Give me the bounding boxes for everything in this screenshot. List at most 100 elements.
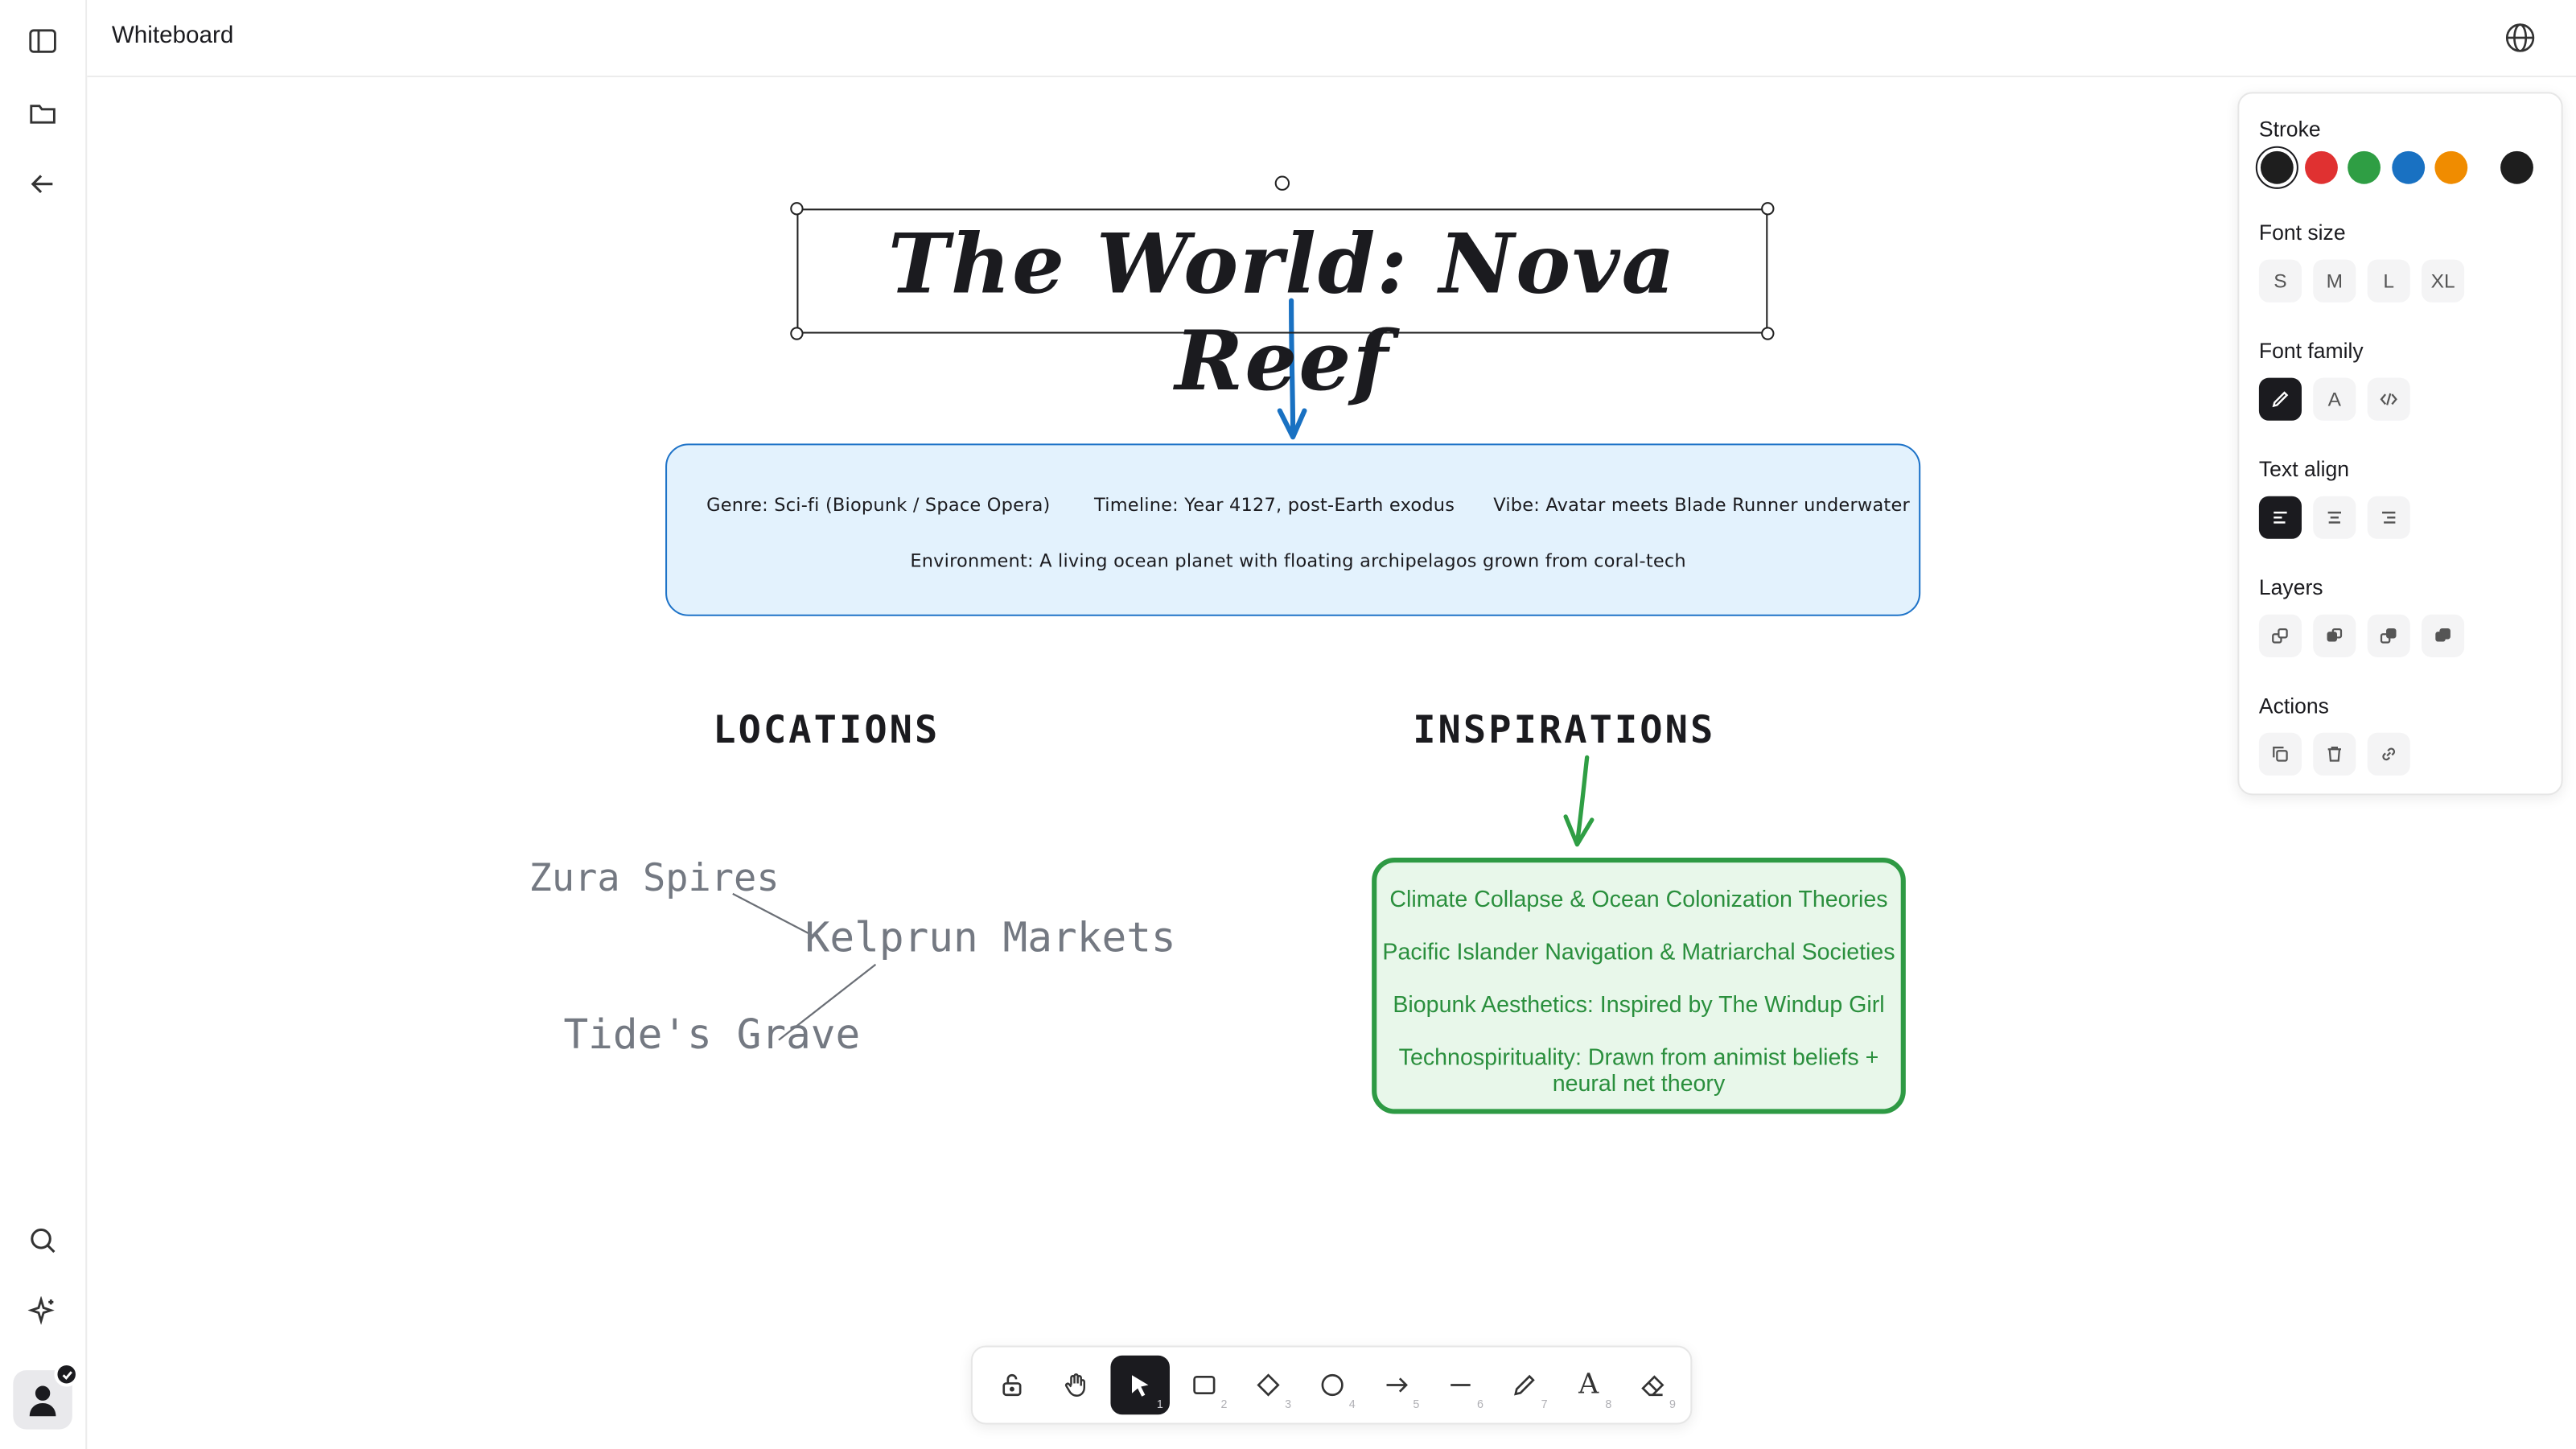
link-icon — [2382, 747, 2396, 761]
tool-ellipse[interactable]: 4 — [1302, 1356, 1362, 1415]
align-center-button[interactable] — [2313, 496, 2356, 539]
diamond-icon — [1257, 1373, 1280, 1397]
world-title[interactable]: The World: Nova Reef — [796, 216, 1767, 410]
delete-button[interactable] — [2313, 732, 2356, 776]
tool-shortcut-key: 5 — [1413, 1399, 1420, 1412]
align-right-button[interactable] — [2367, 496, 2410, 539]
genre-text: Genre: Sci-fi (Biopunk / Space Opera) — [706, 494, 1051, 517]
environment-text: Environment: A living ocean planet with … — [910, 550, 1686, 572]
tool-line[interactable]: 6 — [1431, 1356, 1491, 1415]
stroke-color-black[interactable] — [2255, 146, 2298, 189]
tool-shortcut-key: 8 — [1605, 1399, 1612, 1412]
line-icon — [1451, 1384, 1471, 1386]
inspirations-heading[interactable]: INSPIRATIONS — [1413, 710, 1715, 752]
pencil-icon — [1514, 1374, 1535, 1396]
search-icon[interactable] — [20, 1217, 66, 1263]
tool-shortcut-key: 9 — [1669, 1399, 1676, 1412]
link-button[interactable] — [2367, 732, 2410, 776]
tool-lock[interactable] — [982, 1356, 1042, 1415]
tool-shortcut-key: 1 — [1156, 1399, 1163, 1412]
left-rail — [0, 0, 88, 1449]
top-header: Whiteboard — [87, 0, 2576, 77]
locations-heading[interactable]: LOCATIONS — [713, 710, 940, 752]
rotate-handle[interactable] — [1274, 175, 1290, 191]
tool-shortcut-key: 7 — [1541, 1399, 1548, 1412]
font-size-label: Font size — [2258, 220, 2346, 245]
tool-arrow[interactable]: 5 — [1367, 1356, 1426, 1415]
stroke-color-blue[interactable] — [2392, 150, 2426, 184]
font-family-hand-button[interactable] — [2258, 377, 2302, 421]
align-right-icon — [2382, 511, 2396, 524]
cursor-icon — [1132, 1375, 1149, 1397]
whiteboard-canvas[interactable]: The World: Nova Reef Genre: Sci-fi (Biop… — [87, 77, 2576, 1449]
tool-shortcut-key: 6 — [1477, 1399, 1484, 1412]
timeline-text: Timeline: Year 4127, post-Earth exodus — [1094, 494, 1455, 517]
folder-icon[interactable] — [20, 90, 66, 136]
unlock-icon — [1002, 1373, 1022, 1397]
font-size-xl[interactable]: XL — [2422, 259, 2465, 303]
send-to-back-icon — [2272, 628, 2288, 644]
inspiration-item: Technospirituality: Drawn from animist b… — [1398, 1043, 1879, 1070]
user-avatar[interactable] — [13, 1361, 80, 1430]
code-icon — [2380, 393, 2397, 405]
hand-icon — [1065, 1373, 1086, 1397]
tool-hand[interactable] — [1047, 1356, 1106, 1415]
bring-to-front-icon — [2435, 628, 2450, 642]
stroke-color-green[interactable] — [2348, 150, 2381, 184]
tool-shortcut-key: 4 — [1348, 1399, 1356, 1412]
stroke-color-orange[interactable] — [2434, 150, 2468, 184]
verified-badge-icon — [54, 1361, 80, 1387]
font-size-s[interactable]: S — [2258, 259, 2302, 303]
eraser-icon — [1641, 1375, 1665, 1397]
layers-label: Layers — [2258, 574, 2323, 600]
font-size-m[interactable]: M — [2313, 259, 2356, 303]
bring-to-front-button[interactable] — [2422, 614, 2465, 657]
actions-label: Actions — [2258, 693, 2329, 718]
location-tides-grave[interactable]: Tide's Grave — [563, 1011, 860, 1058]
genre-info-box[interactable]: Genre: Sci-fi (Biopunk / Space Opera) Ti… — [665, 443, 1921, 616]
font-family-normal-button[interactable]: A — [2313, 377, 2356, 421]
duplicate-button[interactable] — [2258, 732, 2302, 776]
globe-icon[interactable] — [2504, 22, 2537, 55]
inspiration-item: neural net theory — [1552, 1069, 1726, 1097]
tool-diamond[interactable]: 3 — [1239, 1356, 1298, 1415]
align-left-icon — [2274, 511, 2287, 524]
tool-shortcut-key: 3 — [1285, 1399, 1292, 1412]
rectangle-icon — [1193, 1375, 1216, 1395]
inspirations-box[interactable]: Climate Collapse & Ocean Colonization Th… — [1372, 857, 1906, 1114]
stroke-color-custom[interactable] — [2500, 150, 2533, 184]
pencil-icon — [2272, 391, 2289, 408]
send-backward-button[interactable] — [2313, 614, 2356, 657]
inspiration-item: Pacific Islander Navigation & Matriarcha… — [1382, 938, 1895, 965]
text-align-label: Text align — [2258, 456, 2350, 482]
tool-text[interactable]: A 8 — [1559, 1356, 1619, 1415]
vibe-text: Vibe: Avatar meets Blade Runner underwat… — [1493, 494, 1910, 517]
drawing-toolbar: 1 2 3 4 5 6 7 A 8 9 — [970, 1345, 1693, 1425]
font-size-l[interactable]: L — [2367, 259, 2410, 303]
arrow-right-icon — [1386, 1377, 1408, 1393]
sidebar-toggle-icon[interactable] — [20, 18, 66, 64]
sparkle-icon[interactable] — [20, 1288, 66, 1334]
send-to-back-button[interactable] — [2258, 614, 2302, 657]
resize-handle-tl[interactable] — [790, 202, 804, 216]
trash-icon — [2327, 747, 2341, 762]
align-left-button[interactable] — [2258, 496, 2302, 539]
tool-eraser[interactable]: 9 — [1623, 1356, 1683, 1415]
copy-icon — [2273, 747, 2288, 762]
tool-select[interactable]: 1 — [1110, 1355, 1170, 1415]
font-family-code-button[interactable] — [2367, 377, 2410, 421]
app-title: Whiteboard — [111, 23, 234, 50]
location-zura-spires[interactable]: Zura Spires — [529, 858, 780, 900]
stroke-color-red[interactable] — [2305, 150, 2338, 184]
tool-pencil[interactable]: 7 — [1495, 1356, 1554, 1415]
arrow-left-icon[interactable] — [20, 161, 66, 207]
tool-rectangle[interactable]: 2 — [1175, 1356, 1234, 1415]
align-center-icon — [2327, 511, 2341, 524]
bring-forward-button[interactable] — [2367, 614, 2410, 657]
stroke-label: Stroke — [2258, 116, 2321, 142]
font-family-label: Font family — [2258, 338, 2364, 364]
location-kelprun-markets[interactable]: Kelprun Markets — [805, 913, 1176, 961]
send-backward-icon — [2327, 628, 2343, 642]
tool-shortcut-key: 2 — [1220, 1399, 1228, 1412]
resize-handle-tr[interactable] — [1761, 202, 1775, 216]
